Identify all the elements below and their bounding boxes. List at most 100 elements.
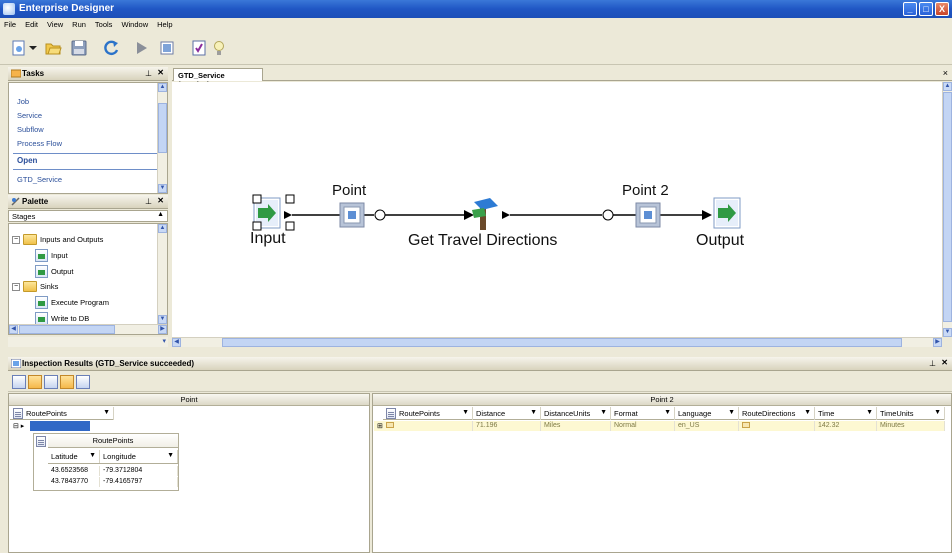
palette-hscrollbar[interactable]: ◀ ▶ xyxy=(9,324,167,334)
close-icon[interactable]: ✕ xyxy=(941,358,948,367)
expand-row-icon[interactable]: ⊟ ▸ xyxy=(10,421,30,431)
filter-icon[interactable]: ▼ xyxy=(664,409,671,416)
canvas-hscrollbar[interactable]: ◀ ▶ xyxy=(172,337,942,347)
table-row[interactable]: ⊞ 71.196 Miles Normal en_US 142.32 Minut… xyxy=(374,421,945,431)
filter-icon[interactable]: ▼ xyxy=(167,452,174,459)
column-header-distanceunits[interactable]: DistanceUnits ▼ xyxy=(541,407,611,420)
pin-icon[interactable]: ⊥ xyxy=(145,197,152,206)
scroll-right-icon[interactable]: ▶ xyxy=(933,338,942,347)
view-compare-icon[interactable] xyxy=(76,375,90,389)
collapse-icon[interactable]: − xyxy=(12,282,20,291)
scroll-thumb[interactable] xyxy=(158,103,167,153)
menu-file[interactable]: File xyxy=(4,20,16,29)
scroll-thumb[interactable] xyxy=(222,338,902,347)
scroll-right-icon[interactable]: ▶ xyxy=(158,325,167,334)
scroll-down-icon[interactable]: ▼ xyxy=(943,328,952,337)
minimize-button[interactable]: _ xyxy=(903,2,917,16)
chevron-up-icon[interactable]: ▲ xyxy=(157,211,164,218)
scroll-up-icon[interactable]: ▲ xyxy=(158,83,167,92)
maximize-button[interactable]: □ xyxy=(919,2,933,16)
node-label-input[interactable]: Input xyxy=(250,230,286,248)
filter-icon[interactable]: ▼ xyxy=(600,409,607,416)
pin-icon[interactable]: ⊥ xyxy=(929,359,936,368)
scroll-left-icon[interactable]: ◀ xyxy=(9,325,18,334)
filter-icon[interactable]: ▼ xyxy=(462,409,469,416)
dataflow-canvas[interactable]: Input Point Get Travel Directions Point … xyxy=(172,82,952,337)
node-label-get-travel-directions[interactable]: Get Travel Directions xyxy=(408,232,557,250)
column-header-latitude[interactable]: Latitude ▼ xyxy=(48,450,100,463)
refresh-icon[interactable] xyxy=(102,39,120,57)
close-icon[interactable]: ✕ xyxy=(157,68,164,77)
close-icon[interactable]: ✕ xyxy=(157,196,164,205)
pin-icon[interactable]: ⊥ xyxy=(145,69,152,78)
tree-folder-sinks[interactable]: − Sinks xyxy=(12,281,58,292)
column-header-routepoints[interactable]: RoutePoints ▼ xyxy=(383,407,473,420)
palette-filter-select[interactable]: Stages ▲ xyxy=(8,210,168,222)
column-header-longitude[interactable]: Longitude ▼ xyxy=(100,450,178,463)
table-row[interactable]: 43.7843770 -79.4165797 xyxy=(48,477,178,487)
filter-icon[interactable]: ▼ xyxy=(89,452,96,459)
chevron-down-icon[interactable]: ▾ xyxy=(162,337,166,345)
collapse-icon[interactable]: − xyxy=(12,235,20,244)
view-stacked-icon[interactable] xyxy=(60,375,74,389)
menu-tools[interactable]: Tools xyxy=(95,20,113,29)
task-new-process-flow[interactable]: Process Flow xyxy=(17,139,62,148)
palette-scrollbar[interactable]: ▲ ▼ xyxy=(157,224,167,324)
view-split-vertical-icon[interactable] xyxy=(28,375,42,389)
scroll-thumb[interactable] xyxy=(19,325,115,334)
selected-cell[interactable] xyxy=(30,421,90,431)
filter-icon[interactable]: ▼ xyxy=(530,409,537,416)
column-header-routedirections[interactable]: RouteDirections ▼ xyxy=(739,407,815,420)
routepoints-cell[interactable] xyxy=(383,421,473,431)
nested-table-icon[interactable] xyxy=(742,422,750,428)
scroll-up-icon[interactable]: ▲ xyxy=(943,82,952,91)
column-header-timeunits[interactable]: TimeUnits ▼ xyxy=(877,407,945,420)
tree-item-execute-program[interactable]: Execute Program xyxy=(35,296,109,309)
column-header-time[interactable]: Time ▼ xyxy=(815,407,877,420)
nested-table-icon[interactable] xyxy=(386,422,394,428)
filter-icon[interactable]: ▼ xyxy=(934,409,941,416)
open-folder-icon[interactable] xyxy=(44,39,62,57)
close-button[interactable]: X xyxy=(935,2,949,16)
filter-icon[interactable]: ▼ xyxy=(103,409,110,416)
filter-icon[interactable]: ▼ xyxy=(804,409,811,416)
column-header-language[interactable]: Language ▼ xyxy=(675,407,739,420)
task-open-gtd-service[interactable]: GTD_Service xyxy=(17,175,62,184)
routedirections-cell[interactable] xyxy=(739,421,815,431)
scroll-down-icon[interactable]: ▼ xyxy=(158,184,167,193)
column-header-distance[interactable]: Distance ▼ xyxy=(473,407,541,420)
table-row[interactable]: 43.6523568 -79.3712804 xyxy=(48,466,178,476)
scroll-thumb[interactable] xyxy=(943,92,952,322)
node-label-point2[interactable]: Point 2 xyxy=(622,182,669,199)
menu-edit[interactable]: Edit xyxy=(25,20,38,29)
node-label-output[interactable]: Output xyxy=(696,232,744,250)
close-icon[interactable]: × xyxy=(943,68,948,78)
scroll-left-icon[interactable]: ◀ xyxy=(172,338,181,347)
task-new-subflow[interactable]: Subflow xyxy=(17,125,44,134)
column-header-routepoints[interactable]: RoutePoints ▼ xyxy=(10,407,114,420)
menu-view[interactable]: View xyxy=(47,20,63,29)
run-icon[interactable] xyxy=(132,39,150,57)
tree-folder-inputs-outputs[interactable]: − Inputs and Outputs xyxy=(12,234,103,245)
tasks-scrollbar[interactable]: ▲ ▼ xyxy=(157,83,167,193)
tree-item-output[interactable]: Output xyxy=(35,265,74,278)
save-icon[interactable] xyxy=(70,39,88,57)
filter-icon[interactable]: ▼ xyxy=(728,409,735,416)
node-label-point[interactable]: Point xyxy=(332,182,366,199)
validate-icon[interactable] xyxy=(190,39,208,57)
expand-row-icon[interactable]: ⊞ xyxy=(374,421,383,431)
chevron-down-icon[interactable] xyxy=(28,39,38,57)
column-header-format[interactable]: Format ▼ xyxy=(611,407,675,420)
menu-run[interactable]: Run xyxy=(72,20,86,29)
view-split-horizontal-icon[interactable] xyxy=(44,375,58,389)
view-single-icon[interactable] xyxy=(12,375,26,389)
scroll-up-icon[interactable]: ▲ xyxy=(158,224,167,233)
table-row[interactable]: ⊟ ▸ xyxy=(10,421,90,431)
task-new-service[interactable]: Service xyxy=(17,111,42,120)
filter-icon[interactable]: ▼ xyxy=(866,409,873,416)
tab-gtd-service[interactable]: GTD_Service (Service) xyxy=(173,68,263,89)
tree-item-input[interactable]: Input xyxy=(35,249,68,262)
task-new-job[interactable]: Job xyxy=(17,97,29,106)
inspect-icon[interactable] xyxy=(158,39,176,57)
menu-window[interactable]: Window xyxy=(121,20,148,29)
